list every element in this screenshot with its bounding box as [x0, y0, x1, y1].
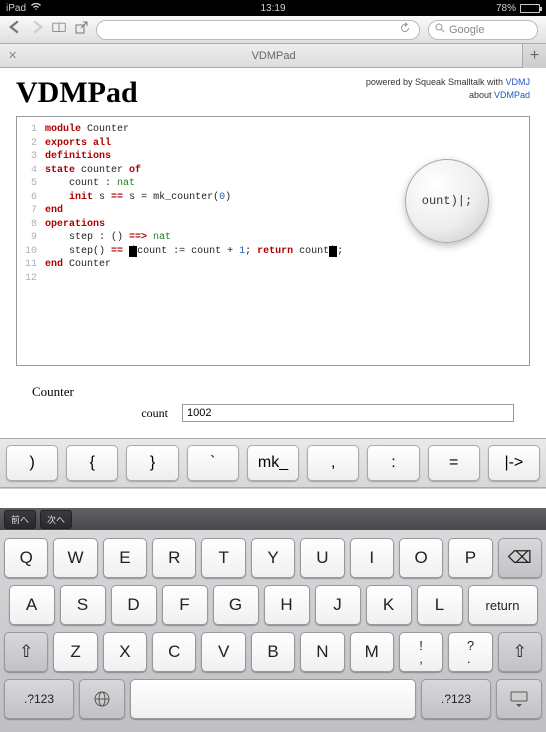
punct-key[interactable]: !,: [399, 632, 443, 672]
key-e[interactable]: E: [103, 538, 147, 578]
shift-key[interactable]: ⇧: [4, 632, 48, 672]
symbol-key[interactable]: =: [428, 445, 480, 481]
next-field-button[interactable]: 次へ: [40, 510, 72, 529]
key-u[interactable]: U: [300, 538, 344, 578]
key-l[interactable]: L: [417, 585, 463, 625]
status-bar: iPad 13:19 78%: [0, 0, 546, 16]
return-key[interactable]: return: [468, 585, 538, 625]
key-h[interactable]: H: [264, 585, 310, 625]
symbol-key[interactable]: mk_: [247, 445, 299, 481]
key-k[interactable]: K: [366, 585, 412, 625]
clock: 13:19: [260, 3, 285, 14]
key-w[interactable]: W: [53, 538, 97, 578]
key-o[interactable]: O: [399, 538, 443, 578]
page-title: VDMPad: [16, 76, 138, 110]
content-gap: [0, 488, 546, 508]
symbol-key[interactable]: ,: [307, 445, 359, 481]
text-magnifier: ount)|;: [405, 159, 489, 243]
key-f[interactable]: F: [162, 585, 208, 625]
carrier-label: iPad: [6, 3, 26, 14]
url-field[interactable]: [96, 20, 420, 40]
page-content: VDMPad powered by Squeak Smalltalk with …: [0, 68, 546, 438]
forward-button[interactable]: [30, 20, 44, 39]
key-c[interactable]: C: [152, 632, 196, 672]
share-icon[interactable]: [74, 20, 88, 39]
results-heading: Counter: [32, 384, 514, 400]
key-n[interactable]: N: [300, 632, 344, 672]
key-t[interactable]: T: [201, 538, 245, 578]
refresh-icon[interactable]: [399, 22, 411, 37]
key-m[interactable]: M: [350, 632, 394, 672]
symbol-key[interactable]: :: [367, 445, 419, 481]
mode-key[interactable]: .?123: [4, 679, 74, 719]
code-line: 2exports all: [21, 137, 525, 151]
space-key[interactable]: [130, 679, 416, 719]
browser-toolbar: Google: [0, 16, 546, 44]
battery-pct: 78%: [496, 3, 516, 14]
symbol-key[interactable]: {: [66, 445, 118, 481]
key-s[interactable]: S: [60, 585, 106, 625]
search-icon: [435, 23, 445, 36]
key-j[interactable]: J: [315, 585, 361, 625]
key-a[interactable]: A: [9, 585, 55, 625]
code-line: 11end Counter: [21, 258, 525, 272]
search-field[interactable]: Google: [428, 20, 538, 40]
back-button[interactable]: [8, 20, 22, 39]
tab-close-button[interactable]: ✕: [0, 49, 25, 62]
result-value-input[interactable]: [182, 404, 514, 422]
key-y[interactable]: Y: [251, 538, 295, 578]
key-z[interactable]: Z: [53, 632, 97, 672]
symbol-key-row: ){}`mk_,:=|->: [0, 438, 546, 488]
results-panel: Counter count: [16, 378, 530, 434]
key-q[interactable]: Q: [4, 538, 48, 578]
globe-key[interactable]: [79, 679, 125, 719]
keyboard-accessory: 前へ 次へ: [0, 508, 546, 530]
backspace-key[interactable]: ⌫: [498, 538, 542, 578]
wifi-icon: [30, 2, 42, 14]
key-b[interactable]: B: [251, 632, 295, 672]
credit-line: powered by Squeak Smalltalk with VDMJ ab…: [366, 76, 530, 101]
about-link[interactable]: VDMPad: [494, 90, 530, 100]
key-x[interactable]: X: [103, 632, 147, 672]
code-line: 12: [21, 272, 525, 286]
key-p[interactable]: P: [448, 538, 492, 578]
symbol-key[interactable]: `: [187, 445, 239, 481]
tab-bar: ✕ VDMPad +: [0, 44, 546, 68]
code-line: 10 step() == (count := count + 1; return…: [21, 245, 525, 259]
hide-keyboard-key[interactable]: [496, 679, 542, 719]
search-placeholder: Google: [449, 24, 484, 36]
key-i[interactable]: I: [350, 538, 394, 578]
punct-key[interactable]: ?.: [448, 632, 492, 672]
mode-key-right[interactable]: .?123: [421, 679, 491, 719]
prev-field-button[interactable]: 前へ: [4, 510, 36, 529]
on-screen-keyboard: QWERTYUIOP⌫ ASDFGHJKLreturn ⇧ZXCVBNM!,?.…: [0, 530, 546, 732]
tab-title: VDMPad: [25, 50, 522, 62]
symbol-key[interactable]: |->: [488, 445, 540, 481]
key-v[interactable]: V: [201, 632, 245, 672]
key-g[interactable]: G: [213, 585, 259, 625]
code-editor[interactable]: 1module Counter2exports all3definitions4…: [16, 116, 530, 366]
battery-icon: [520, 4, 540, 13]
result-label: count: [32, 406, 182, 421]
symbol-key[interactable]: ): [6, 445, 58, 481]
symbol-key[interactable]: }: [126, 445, 178, 481]
key-d[interactable]: D: [111, 585, 157, 625]
bookmarks-icon[interactable]: [52, 20, 66, 39]
vdmj-link[interactable]: VDMJ: [506, 77, 531, 87]
shift-key-right[interactable]: ⇧: [498, 632, 542, 672]
new-tab-button[interactable]: +: [522, 44, 546, 68]
key-r[interactable]: R: [152, 538, 196, 578]
code-line: 1module Counter: [21, 123, 525, 137]
